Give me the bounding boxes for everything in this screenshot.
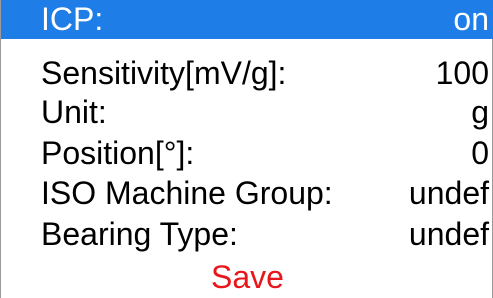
save-button[interactable]: Save: [1, 258, 493, 296]
setting-row-position[interactable]: Position[°]: 0: [1, 134, 493, 173]
setting-value: 0: [471, 135, 489, 171]
setting-value: undef: [408, 175, 489, 211]
setting-row-icp[interactable]: ICP: on: [1, 0, 493, 39]
setting-row-iso-machine-group[interactable]: ISO Machine Group: undef: [1, 174, 493, 213]
setting-value: g: [471, 94, 489, 130]
setting-label: Position[°]:: [41, 135, 195, 171]
setting-value: 100: [435, 55, 489, 91]
setting-label: Unit:: [41, 94, 107, 130]
setting-row-sensitivity[interactable]: Sensitivity[mV/g]: 100: [1, 54, 493, 93]
setting-row-unit[interactable]: Unit: g: [1, 93, 493, 132]
setting-label: Bearing Type:: [41, 216, 238, 252]
setting-label: ICP:: [41, 1, 104, 37]
setting-row-bearing-type[interactable]: Bearing Type: undef: [1, 215, 493, 254]
setting-label: Sensitivity[mV/g]:: [41, 55, 287, 91]
setting-value: undef: [408, 216, 489, 252]
sensor-settings-screen: ICP: on Sensitivity[mV/g]: 100 Unit: g P…: [0, 0, 493, 298]
setting-label: ISO Machine Group:: [41, 175, 333, 211]
setting-value: on: [453, 1, 489, 37]
